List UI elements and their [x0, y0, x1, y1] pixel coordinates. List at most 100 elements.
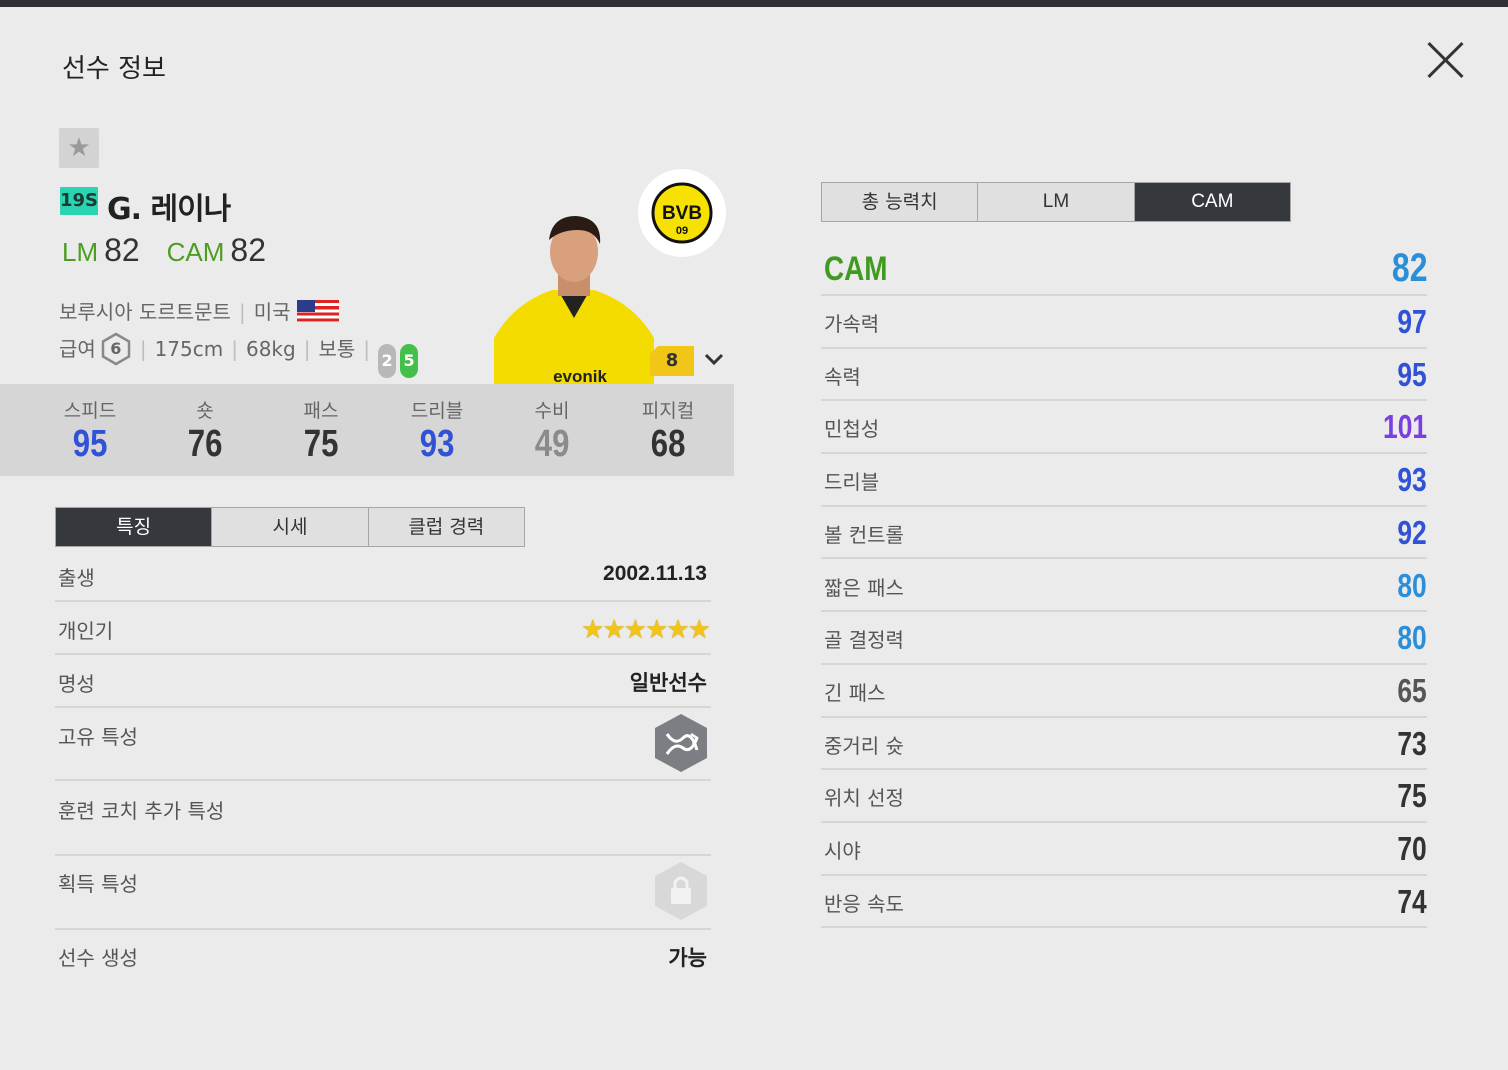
player-photo: evonik [494, 208, 654, 384]
detail-row: 위치 선정 75 [821, 770, 1427, 823]
shirt-sponsor-text: evonik [553, 367, 607, 384]
detail-value: 75 [1397, 777, 1427, 815]
tab-price[interactable]: 시세 [212, 508, 369, 546]
detail-row: 시야 70 [821, 823, 1427, 876]
fame-value: 일반선수 [629, 671, 707, 695]
summary-stat: 피지컬 68 [610, 384, 726, 466]
detail-value: 74 [1397, 882, 1427, 920]
detail-label: 드리블 [824, 470, 880, 495]
detail-position-value: 82 [1391, 246, 1427, 290]
position-ovr: 82 [104, 232, 140, 268]
favorite-star-icon[interactable]: ★ [59, 128, 99, 168]
close-button[interactable] [1424, 38, 1468, 82]
summary-stat-label: 숏 [196, 400, 214, 422]
tab-total-ability[interactable]: 총 능력치 [822, 183, 979, 221]
summary-stat-value: 95 [72, 423, 108, 465]
ability-tabs: 총 능력치 LM CAM [821, 182, 1291, 222]
chevron-down-icon[interactable] [703, 348, 725, 370]
tab-club-history[interactable]: 클럽 경력 [368, 508, 524, 546]
detail-value: 92 [1397, 513, 1427, 551]
info-row-fame: 명성 일반선수 [55, 655, 711, 708]
tab-traits[interactable]: 특징 [56, 508, 213, 546]
info-row-skill: 개인기 ★★★★★★ [55, 602, 711, 655]
info-row-birth: 출생 2002.11.13 [55, 548, 711, 602]
position-label: LM [62, 237, 99, 267]
summary-stat: 드리블 93 [379, 384, 495, 466]
club-name: 보루시아 도르트문트 [59, 300, 231, 324]
info-label: 고유 특성 [58, 725, 138, 749]
detail-label: 골 결정력 [824, 628, 904, 653]
nation-name: 미국 [253, 300, 291, 324]
background-topbar [0, 0, 1508, 7]
pay-value: 6 [110, 339, 122, 358]
pay-hex-icon: 6 [100, 332, 132, 366]
body-type: 보통 [318, 337, 356, 361]
weak-foot-badge: 2 [378, 344, 397, 378]
summary-stat-value: 93 [419, 423, 455, 465]
info-row-acquired-traits: 획득 특성 [55, 856, 711, 930]
summary-stat-label: 패스 [303, 400, 339, 422]
detail-value: 73 [1397, 724, 1427, 762]
info-row-coach-traits: 훈련 코치 추가 특성 [55, 781, 711, 856]
tab-cam[interactable]: CAM [1134, 183, 1290, 221]
detail-label: 시야 [824, 839, 861, 863]
player-profile-line: 급여 6 | 175cm | 68kg | 보통 | 2 5 [59, 332, 419, 378]
detail-row: 민첩성 101 [821, 401, 1427, 455]
detail-row: 중거리 슛 73 [821, 718, 1427, 771]
summary-stat-value: 75 [303, 423, 339, 465]
skill-stars-icon: ★★★★★★ [581, 615, 711, 645]
detail-value: 93 [1397, 461, 1427, 499]
detail-value: 101 [1382, 408, 1427, 446]
detail-label: 긴 패스 [824, 680, 886, 705]
info-row-unique-traits: 고유 특성 [55, 708, 711, 781]
detail-value: 80 [1397, 619, 1427, 657]
birth-date: 2002.11.13 [603, 562, 707, 585]
detail-label: 짧은 패스 [824, 575, 904, 600]
summary-stat-value: 68 [650, 423, 686, 465]
height: 175cm [154, 337, 224, 361]
detail-label: 반응 속도 [824, 891, 904, 916]
detail-row: 속력 95 [821, 349, 1427, 402]
enhancement-grade-badge: 8 [650, 346, 694, 376]
weight: 68kg [245, 337, 296, 361]
detail-label: 위치 선정 [824, 786, 904, 811]
season-badge: 19S [60, 187, 98, 215]
info-label: 선수 생성 [58, 946, 138, 970]
summary-stat-value: 49 [534, 423, 570, 465]
position-ratings: LM 82 CAM 82 [62, 232, 284, 269]
tab-lm[interactable]: LM [978, 183, 1135, 221]
summary-stat-value: 76 [187, 423, 223, 465]
pay-label: 급여 [59, 337, 96, 361]
modal-title: 선수 정보 [62, 54, 166, 84]
detail-row: 짧은 패스 80 [821, 560, 1427, 613]
detail-label: 가속력 [824, 312, 880, 336]
lock-icon [653, 860, 709, 922]
club-logo-year: 09 [676, 225, 688, 237]
detail-row: 반응 속도 74 [821, 876, 1427, 929]
club-nation-line: 보루시아 도르트문트 | 미국 [59, 296, 339, 325]
summary-stat-label: 스피드 [63, 400, 117, 422]
create-value: 가능 [668, 946, 707, 970]
detail-value: 80 [1397, 566, 1427, 604]
info-label: 개인기 [58, 619, 114, 643]
usa-flag-icon [296, 300, 339, 322]
player-name: G. 레이나 [107, 192, 231, 227]
strong-foot-badge: 5 [400, 344, 419, 378]
info-label: 명성 [58, 672, 95, 696]
detail-label: 민첩성 [824, 417, 880, 442]
detail-value: 65 [1397, 671, 1427, 709]
summary-stats-bar: 스피드 95 숏 76 패스 75 드리블 93 수비 49 피지컬 68 [0, 384, 734, 476]
summary-stat: 스피드 95 [32, 384, 148, 466]
detail-row: 긴 패스 65 [821, 665, 1427, 718]
summary-stat: 수비 49 [494, 384, 610, 466]
detail-row: 볼 컨트롤 92 [821, 507, 1427, 560]
summary-stat-label: 피지컬 [641, 400, 695, 422]
unique-trait-icon[interactable] [653, 712, 709, 774]
summary-stat-label: 수비 [534, 400, 570, 422]
club-logo-text: BVB [662, 203, 702, 224]
detail-label: 볼 컨트롤 [824, 522, 904, 547]
info-tabs: 특징 시세 클럽 경력 [55, 507, 525, 547]
summary-stat: 숏 76 [147, 384, 263, 466]
summary-stat: 패스 75 [263, 384, 379, 466]
club-logo: BVB 09 [638, 169, 726, 257]
